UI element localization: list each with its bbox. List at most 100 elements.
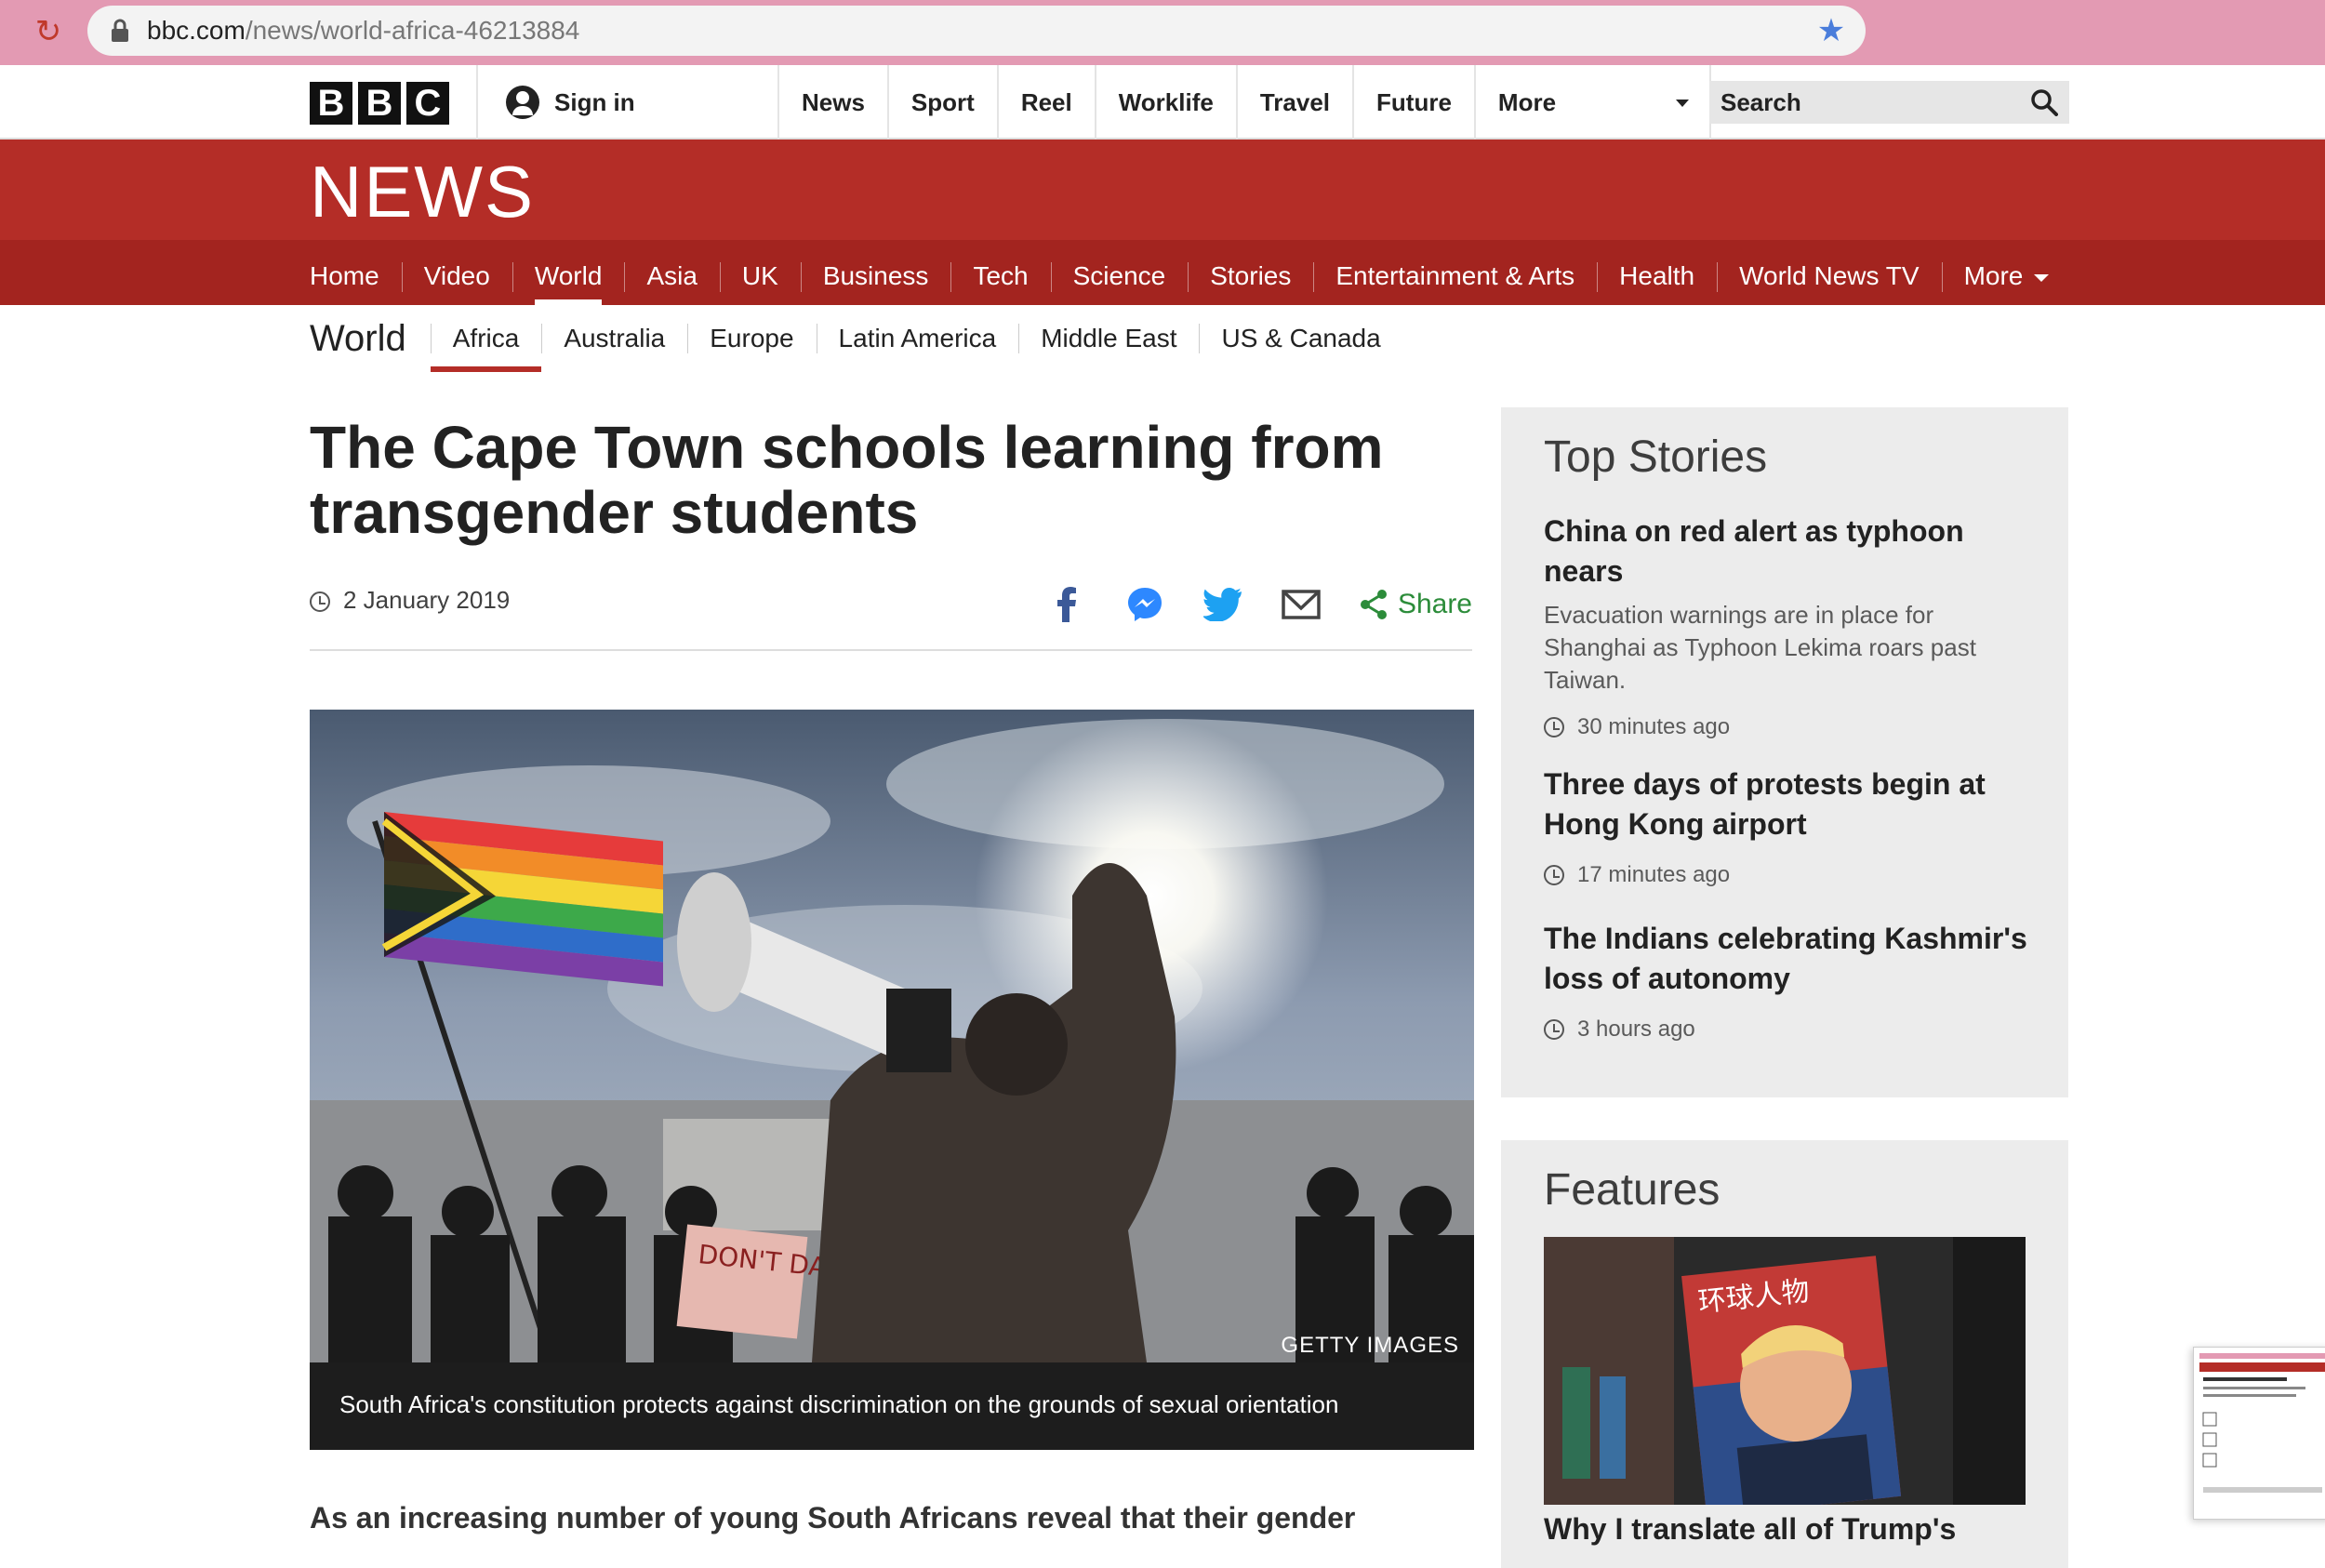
address-bar[interactable]: bbc.com/news/world-africa-46213884 ★ <box>87 6 1866 56</box>
image-caption-bar: South Africa's constitution protects aga… <box>310 1362 1474 1450</box>
story-title[interactable]: The Indians celebrating Kashmir's loss o… <box>1544 919 2037 999</box>
bbc-logo-letter: B <box>310 82 352 125</box>
screenshot-thumbnail[interactable] <box>2193 1347 2325 1520</box>
top-story-item[interactable]: Three days of protests begin at Hong Kon… <box>1544 764 2037 889</box>
url-path: /news/world-africa-46213884 <box>245 16 580 45</box>
news-banner: NEWS <box>0 140 2325 240</box>
bookmark-star-icon[interactable]: ★ <box>1815 15 1847 47</box>
caret-down-icon <box>2034 273 2050 282</box>
article-meta: 2 January 2019 Share <box>310 584 1472 625</box>
top-stories-panel: Top Stories China on red alert as typhoo… <box>1501 407 2068 1097</box>
section-nav-world-news-tv[interactable]: World News TV <box>1717 240 1941 305</box>
global-nav-future[interactable]: Future <box>1352 65 1474 140</box>
section-nav-science[interactable]: Science <box>1050 240 1189 305</box>
global-nav-reel[interactable]: Reel <box>996 65 1095 140</box>
article-date: 2 January 2019 <box>343 586 511 614</box>
news-section-nav: Home Video World Asia UK Business Tech S… <box>0 240 2325 305</box>
url-domain: bbc.com <box>147 16 246 45</box>
world-section-title[interactable]: World <box>310 318 406 360</box>
section-nav-world[interactable]: World <box>512 240 625 305</box>
article-lead-paragraph: As an increasing number of young South A… <box>310 1501 1356 1535</box>
share-label: Share <box>1397 589 1472 619</box>
global-nav-sport[interactable]: Sport <box>886 65 997 140</box>
story-timestamp: 30 minutes ago <box>1544 713 2037 741</box>
global-nav-travel[interactable]: Travel <box>1235 65 1352 140</box>
browser-toolbar: ↻ bbc.com/news/world-africa-46213884 ★ <box>0 0 2325 65</box>
search-input[interactable] <box>1709 81 2016 124</box>
topbar-divider <box>476 65 478 140</box>
bbc-global-nav: News Sport Reel Worklife Travel Future M… <box>777 65 1711 140</box>
top-stories-title: Top Stories <box>1544 432 1768 482</box>
lock-icon <box>112 19 128 42</box>
subnav-latin-america[interactable]: Latin America <box>816 305 1019 372</box>
sign-in-button[interactable]: Sign in <box>506 65 635 140</box>
sign-in-label: Sign in <box>554 87 635 116</box>
user-icon <box>506 86 539 119</box>
bbc-logo[interactable]: B B C <box>310 82 449 125</box>
global-nav-news[interactable]: News <box>777 65 887 140</box>
clock-icon <box>1544 865 1564 885</box>
share-button[interactable]: Share <box>1359 589 1472 620</box>
hero-image[interactable]: DON'T DARE! GETTY IMAGES South Africa's … <box>310 710 1474 1450</box>
bbc-global-header: B B C Sign in News Sport Reel Worklife T… <box>0 65 2325 140</box>
story-time-text: 3 hours ago <box>1577 1017 1695 1042</box>
url-text[interactable]: bbc.com/news/world-africa-46213884 <box>147 6 579 56</box>
section-nav-stories[interactable]: Stories <box>1188 240 1313 305</box>
world-subnav: World Africa Australia Europe Latin Amer… <box>310 305 1403 372</box>
features-title: Features <box>1544 1165 1720 1215</box>
global-nav-more[interactable]: More <box>1473 65 1711 140</box>
features-panel: Features 环球人物 Why I translate all of Tru… <box>1501 1140 2068 1568</box>
story-time-text: 17 minutes ago <box>1577 862 1731 887</box>
section-nav-video[interactable]: Video <box>401 240 512 305</box>
section-nav-more-label: More <box>1963 261 2024 290</box>
subnav-europe[interactable]: Europe <box>687 305 816 372</box>
subnav-middle-east[interactable]: Middle East <box>1018 305 1199 372</box>
messenger-icon[interactable] <box>1124 584 1165 625</box>
section-nav-asia[interactable]: Asia <box>624 240 719 305</box>
story-timestamp: 17 minutes ago <box>1544 861 2037 889</box>
subnav-africa[interactable]: Africa <box>430 305 542 372</box>
subnav-us-canada[interactable]: US & Canada <box>1199 305 1402 372</box>
twitter-icon[interactable] <box>1202 584 1243 625</box>
feature-story-title[interactable]: Why I translate all of Trump's <box>1544 1512 1956 1547</box>
magazine-photo: 环球人物 <box>1544 1237 2026 1505</box>
section-nav-entertainment-arts[interactable]: Entertainment & Arts <box>1313 240 1597 305</box>
bbc-logo-letter: B <box>358 82 401 125</box>
section-nav-more[interactable]: More <box>1941 240 2072 305</box>
clock-icon <box>310 591 330 612</box>
section-nav-home[interactable]: Home <box>310 240 402 305</box>
image-caption: South Africa's constitution protects aga… <box>339 1390 1339 1418</box>
image-credit: GETTY IMAGES <box>1281 1333 1459 1358</box>
email-icon[interactable] <box>1281 584 1322 625</box>
caret-down-icon <box>1675 100 1689 107</box>
subnav-australia[interactable]: Australia <box>541 305 687 372</box>
global-nav-more-label: More <box>1497 88 1557 116</box>
clock-icon <box>1544 717 1564 737</box>
meta-divider <box>310 649 1472 651</box>
story-timestamp: 3 hours ago <box>1544 1016 2037 1043</box>
clock-icon <box>1544 1019 1564 1040</box>
article-headline: The Cape Town schools learning from tran… <box>310 414 1384 546</box>
story-title[interactable]: China on red alert as typhoon nears <box>1544 512 2037 591</box>
story-time-text: 30 minutes ago <box>1577 714 1731 739</box>
news-logo[interactable]: NEWS <box>310 154 535 229</box>
share-icon <box>1360 590 1387 619</box>
top-story-item[interactable]: China on red alert as typhoon nears Evac… <box>1544 512 2037 741</box>
section-nav-business[interactable]: Business <box>800 240 951 305</box>
section-nav-health[interactable]: Health <box>1597 240 1717 305</box>
section-nav-tech[interactable]: Tech <box>950 240 1050 305</box>
section-nav-uk[interactable]: UK <box>719 240 801 305</box>
top-story-item[interactable]: The Indians celebrating Kashmir's loss o… <box>1544 919 2037 1043</box>
search-icon[interactable] <box>2030 88 2058 116</box>
search-box <box>1709 81 2069 124</box>
facebook-icon[interactable] <box>1046 584 1087 625</box>
protest-photo: DON'T DARE! <box>310 710 1474 1362</box>
share-tools: Share <box>1046 584 1472 625</box>
bbc-logo-letter: C <box>406 82 449 125</box>
reload-icon[interactable]: ↻ <box>30 13 67 50</box>
feature-image[interactable]: 环球人物 <box>1544 1237 2026 1505</box>
global-nav-worklife[interactable]: Worklife <box>1094 65 1236 140</box>
story-title[interactable]: Three days of protests begin at Hong Kon… <box>1544 764 2037 844</box>
story-summary: Evacuation warnings are in place for Sha… <box>1544 601 1976 694</box>
thumbnail-preview <box>2194 1348 2325 1519</box>
